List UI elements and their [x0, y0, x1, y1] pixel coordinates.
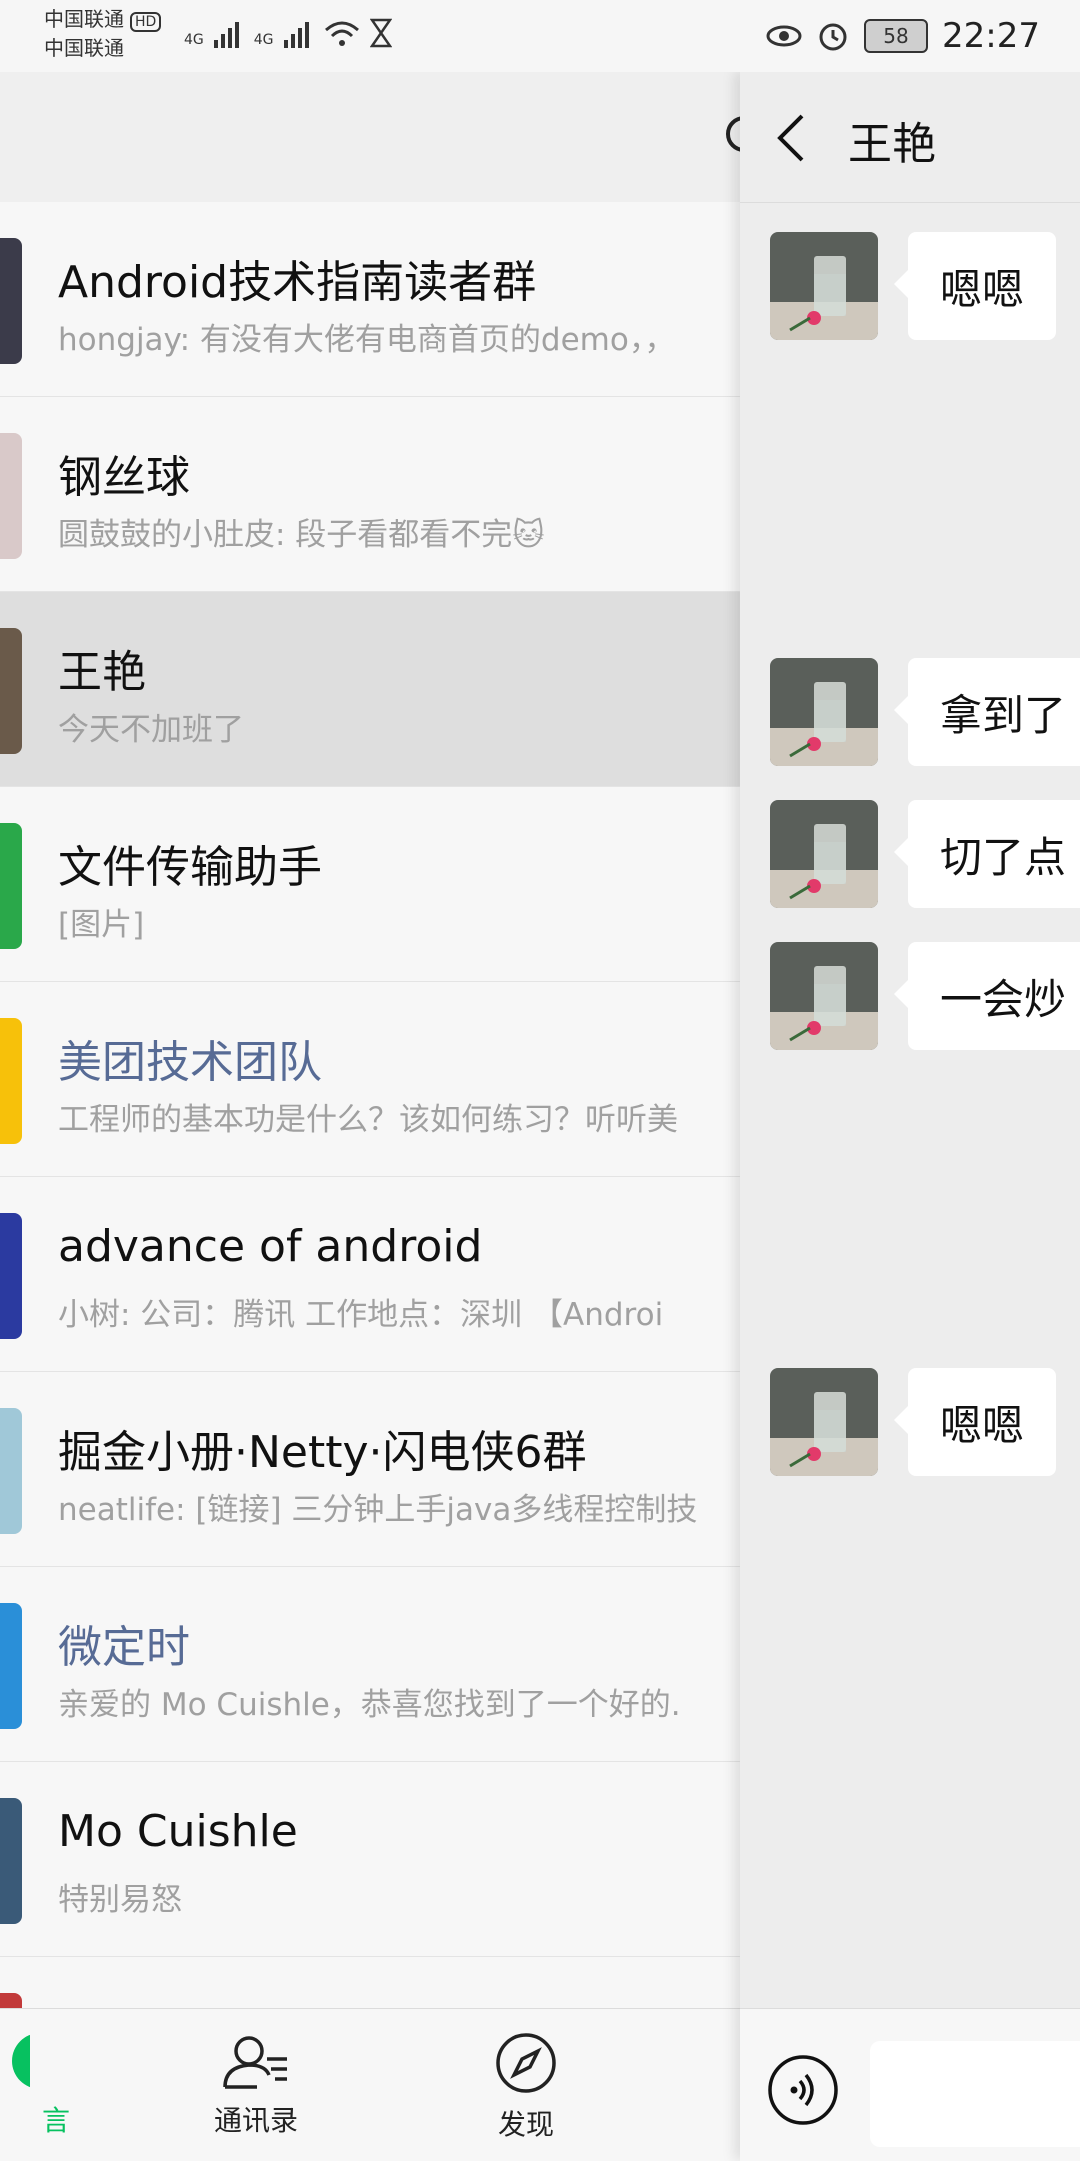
chat-preview: 圆鼓鼓的小肚皮: 段子看都看不完🐱	[58, 517, 545, 553]
carrier-1: 中国联通	[44, 7, 124, 31]
chat-list-item[interactable]: Android技术指南读者群 hongjay: 有没有大佬有电商首页的demo，，	[0, 202, 740, 397]
voice-input-icon[interactable]	[766, 2053, 840, 2127]
message-input[interactable]	[870, 2041, 1080, 2147]
carrier-2: 中国联通	[44, 36, 124, 60]
network-type-2: 4G	[253, 32, 274, 48]
list-header	[0, 72, 752, 202]
signal-icon	[213, 22, 239, 48]
avatar	[0, 1993, 22, 2008]
avatar	[0, 238, 22, 364]
tab-contacts[interactable]: 通讯录	[186, 2031, 326, 2139]
avatar	[0, 433, 22, 559]
tab-chats-label: 言	[41, 2104, 70, 2137]
avatar	[0, 823, 22, 949]
message-bubble[interactable]: 拿到了	[893, 658, 1080, 766]
contact-avatar[interactable]	[770, 942, 878, 1050]
chat-list-item[interactable]: Android性能优化	[0, 1957, 740, 2008]
chat-preview: 亲爱的 Mo Cuishle，恭喜您找到了一个好的.	[58, 1687, 681, 1723]
glass-flower-image	[770, 232, 878, 340]
chat-list-item[interactable]: advance of android 小树: 公司：腾讯 工作地点：深圳 【And…	[0, 1177, 740, 1372]
avatar	[0, 628, 22, 754]
network-type-1: 4G	[184, 32, 204, 48]
tab-discover[interactable]: 发现	[456, 2031, 596, 2143]
chat-name: 美团技术团队	[58, 1037, 322, 1088]
alarm-icon	[819, 23, 847, 51]
chat-name: 钢丝球	[58, 452, 190, 503]
glass-flower-image	[770, 1368, 878, 1476]
clock: 22:27	[942, 16, 1040, 56]
eye-icon	[766, 25, 802, 47]
chat-title: 王艳	[848, 119, 936, 170]
glass-flower-image	[770, 658, 878, 766]
contacts-icon	[223, 2036, 287, 2089]
status-right: 58 22:27	[766, 16, 1040, 56]
signal-icons: 4G 4G	[184, 18, 392, 48]
message-bubble[interactable]: 嗯嗯	[893, 232, 1057, 340]
chat-name: 文件传输助手	[58, 842, 322, 893]
hd-badge: HD	[130, 12, 162, 32]
carrier-info: 中国联通 HD 中国联通	[44, 6, 162, 61]
chat-name: Android技术指南读者群	[58, 257, 537, 308]
message-bubble[interactable]: 嗯嗯	[893, 1368, 1057, 1476]
chat-preview: hongjay: 有没有大佬有电商首页的demo，，	[58, 322, 676, 358]
chat-preview: 今天不加班了	[58, 712, 244, 748]
chat-list-item[interactable]: Mo Cuishle 特别易怒	[0, 1762, 740, 1957]
chat-preview: 工程师的基本功是什么？该如何练习？听听美	[58, 1102, 678, 1138]
message-bubble[interactable]: 切了点	[893, 800, 1080, 908]
conversation-list-panel: Android技术指南读者群 hongjay: 有没有大佬有电商首页的demo，，…	[0, 0, 752, 2161]
chat-name: 掘金小册·Netty·闪电侠6群	[58, 1427, 587, 1478]
hourglass-icon	[369, 18, 392, 48]
avatar	[0, 1603, 22, 1729]
chat-preview: [图片]	[58, 907, 145, 943]
chat-list-item[interactable]: 美团技术团队工程师的基本功是什么？该如何练习？听听美	[0, 982, 740, 1177]
chat-list: Android技术指南读者群 hongjay: 有没有大佬有电商首页的demo，，…	[0, 202, 740, 2008]
contact-avatar[interactable]	[770, 232, 878, 340]
chat-bubble-icon	[12, 2034, 30, 2088]
chat-list-item[interactable]: 微定时亲爱的 Mo Cuishle，恭喜您找到了一个好的.	[0, 1567, 740, 1762]
tab-contacts-label: 通讯录	[213, 2104, 298, 2137]
battery-level: 58	[883, 24, 909, 48]
chat-name: Android性能优化	[58, 2001, 404, 2008]
chat-header: 王艳	[740, 72, 1080, 203]
status-bar: 中国联通 HD 中国联通 4G 4G 58 22:27	[0, 0, 1080, 72]
back-arrow-icon[interactable]	[774, 112, 808, 164]
contact-avatar[interactable]	[770, 658, 878, 766]
chat-name: advance of android	[58, 1221, 483, 1272]
signal-icon-2	[283, 22, 309, 48]
bottom-tab-bar: 言 通讯录 发现	[0, 2008, 740, 2161]
chat-list-item[interactable]: 掘金小册·Netty·闪电侠6群 neatlife: [链接] 三分钟上手java…	[0, 1372, 740, 1567]
chat-preview: neatlife: [链接] 三分钟上手java多线程控制技	[58, 1492, 698, 1528]
chat-preview: 特别易怒	[58, 1882, 182, 1918]
tab-discover-label: 发现	[497, 2108, 554, 2141]
avatar	[0, 1018, 22, 1144]
chat-name: 王艳	[58, 647, 146, 698]
chat-input-bar	[740, 2008, 1080, 2161]
glass-flower-image	[770, 800, 878, 908]
avatar	[0, 1213, 22, 1339]
avatar	[0, 1408, 22, 1534]
battery-icon: 58	[864, 19, 929, 53]
contact-avatar[interactable]	[770, 800, 878, 908]
message-bubble[interactable]: 一会炒	[893, 942, 1080, 1050]
tab-chats[interactable]: 言	[0, 2031, 70, 2139]
wifi-icon	[324, 21, 359, 46]
chat-panel: 王艳 嗯嗯 拿到了 切了点 一会炒 嗯嗯	[740, 72, 1080, 2161]
glass-flower-image	[770, 942, 878, 1050]
chat-list-item[interactable]: 钢丝球圆鼓鼓的小肚皮: 段子看都看不完🐱	[0, 397, 740, 592]
chat-list-item[interactable]: 王艳 今天不加班了	[0, 592, 740, 787]
avatar	[0, 1798, 22, 1924]
compass-icon	[496, 2033, 556, 2093]
chat-name: Mo Cuishle	[58, 1806, 298, 1857]
chat-preview: 小树: 公司：腾讯 工作地点：深圳 【Androi	[58, 1297, 664, 1333]
contact-avatar[interactable]	[770, 1368, 878, 1476]
chat-name: 微定时	[58, 1622, 190, 1673]
chat-list-item[interactable]: 文件传输助手 [图片]	[0, 787, 740, 982]
